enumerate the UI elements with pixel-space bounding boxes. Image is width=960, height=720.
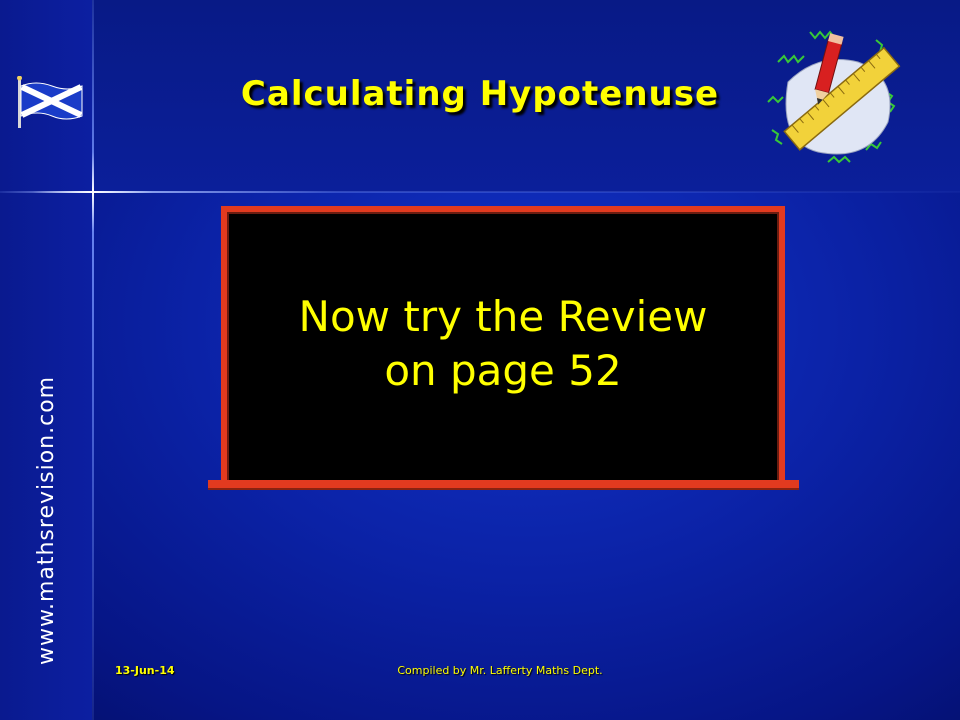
footer-credit: Compiled by Mr. Lafferty Maths Dept. [397, 664, 603, 677]
board-message: Now try the Review on page 52 [227, 290, 779, 398]
chalkboard-ledge [208, 480, 799, 488]
page-title: Calculating Hypotenuse [240, 74, 720, 114]
vertical-divider [92, 0, 94, 720]
scottish-flag-icon [17, 76, 83, 128]
website-url: www.mathsrevision.com [34, 375, 59, 665]
pencil-ruler-clipart-icon [767, 30, 901, 164]
chalkboard: Now try the Review on page 52 [221, 206, 785, 486]
slide: Calculating Hypotenuse www.mathsrevision… [0, 0, 960, 720]
footer-date: 13-Jun-14 [115, 664, 175, 677]
board-line-1: Now try the Review [298, 292, 708, 341]
board-line-2: on page 52 [384, 346, 622, 395]
